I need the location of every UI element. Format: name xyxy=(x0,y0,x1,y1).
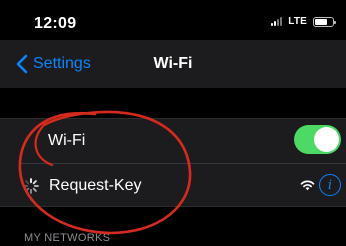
wifi-toggle-switch[interactable] xyxy=(294,125,341,154)
network-type-label: LTE xyxy=(288,16,307,27)
wifi-settings-group: Wi-Fi Request-Key i xyxy=(0,118,346,207)
navigation-bar: Settings Wi-Fi xyxy=(0,40,346,88)
info-icon[interactable]: i xyxy=(319,174,341,196)
battery-icon xyxy=(313,16,336,27)
wifi-toggle-label: Wi-Fi xyxy=(48,132,86,149)
status-bar: 12:09 LTE xyxy=(0,0,346,40)
battery-fill xyxy=(315,18,327,25)
wifi-signal-icon xyxy=(300,180,315,191)
current-network-row[interactable]: Request-Key i xyxy=(0,164,346,208)
network-name: Request-Key xyxy=(49,177,142,194)
loading-spinner-icon xyxy=(23,178,39,194)
cellular-signal-icon xyxy=(271,17,283,26)
page-title: Wi-Fi xyxy=(153,55,193,72)
status-time: 12:09 xyxy=(34,15,77,32)
status-indicators: LTE xyxy=(271,16,336,27)
toggle-knob xyxy=(314,127,339,152)
section-header-my-networks: MY NETWORKS xyxy=(24,232,111,244)
section-spacer xyxy=(0,88,346,118)
wifi-toggle-row: Wi-Fi xyxy=(0,119,346,163)
